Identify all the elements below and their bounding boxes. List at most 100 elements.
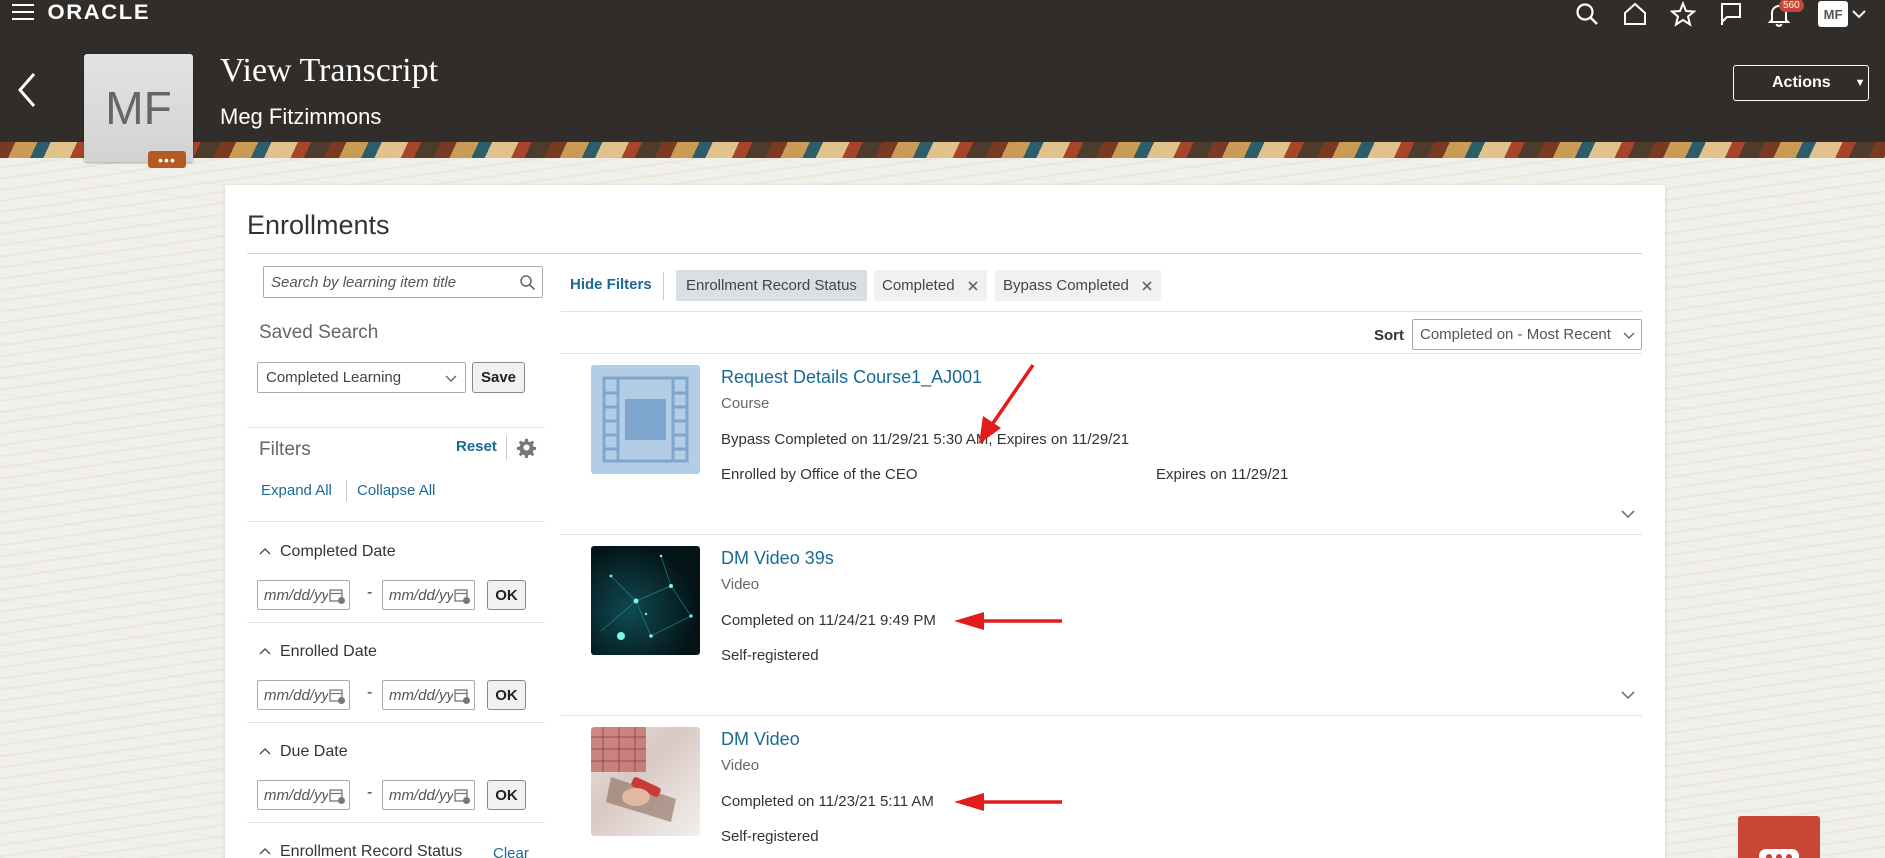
saved-search-value: Completed Learning <box>266 369 402 386</box>
due-date-to[interactable]: mm/dd/yy <box>382 780 475 810</box>
enrolled-date-to[interactable]: mm/dd/yy <box>382 680 475 710</box>
divider <box>561 311 1642 312</box>
date-placeholder: mm/dd/yy <box>389 686 455 704</box>
video-thumbnail[interactable] <box>591 546 700 655</box>
learning-item-title[interactable]: DM Video <box>721 729 800 750</box>
close-icon[interactable] <box>1141 280 1153 292</box>
gear-icon[interactable] <box>516 437 537 458</box>
chevron-down-icon <box>1623 329 1635 341</box>
profile-photo[interactable]: MF <box>84 54 193 162</box>
user-avatar[interactable]: MF <box>1818 1 1848 27</box>
reset-link[interactable]: Reset <box>456 438 497 455</box>
filter-group-enrolled-date[interactable]: Enrolled Date <box>259 643 377 661</box>
filter-group-completed-date[interactable]: Completed Date <box>259 543 396 561</box>
chevron-down-icon[interactable] <box>1620 687 1636 703</box>
home-icon[interactable] <box>1622 1 1648 27</box>
enrolled-date-ok-button[interactable]: OK <box>487 680 526 710</box>
learning-item-status: Completed on 11/24/21 9:49 PM <box>721 612 936 629</box>
menu-icon[interactable] <box>12 4 34 22</box>
learning-item-expires: Expires on 11/29/21 <box>1156 466 1289 483</box>
learning-item-title[interactable]: DM Video 39s <box>721 548 834 569</box>
sort-select[interactable]: Completed on - Most Recent <box>1412 319 1642 350</box>
divider <box>247 622 545 623</box>
due-date-from[interactable]: mm/dd/yy <box>257 780 350 810</box>
saved-search-select[interactable]: Completed Learning <box>257 362 466 393</box>
actions-label: Actions <box>1772 74 1831 91</box>
back-arrow-icon[interactable] <box>14 70 40 110</box>
filter-chip-category: Enrollment Record Status <box>676 270 867 301</box>
due-date-ok-button[interactable]: OK <box>487 780 526 810</box>
annotation-arrow <box>954 612 1062 630</box>
actions-menu-button[interactable]: Actions ▼ <box>1733 65 1869 101</box>
search-icon[interactable] <box>519 274 536 291</box>
chat-icon[interactable] <box>1738 816 1820 858</box>
divider <box>663 272 664 300</box>
flag-icon[interactable] <box>1718 1 1744 27</box>
calendar-icon[interactable] <box>328 587 346 605</box>
caret-down-icon: ▼ <box>1854 77 1866 89</box>
search-input[interactable] <box>271 267 511 297</box>
saved-search-label: Saved Search <box>259 322 379 343</box>
chip-label: Bypass Completed <box>1003 277 1129 294</box>
learning-item-title[interactable]: Request Details Course1_AJ001 <box>721 367 982 388</box>
date-placeholder: mm/dd/yy <box>389 586 455 604</box>
learning-item-enrolled-by: Enrolled by Office of the CEO <box>721 466 918 483</box>
chevron-down-icon <box>445 375 457 382</box>
close-icon[interactable] <box>967 280 979 292</box>
calendar-icon[interactable] <box>453 587 471 605</box>
search-field[interactable] <box>263 266 543 298</box>
date-range-dash: - <box>367 784 373 801</box>
enrolled-date-from[interactable]: mm/dd/yy <box>257 680 350 710</box>
divider <box>247 722 545 723</box>
clear-status-link[interactable]: Clear <box>493 845 529 858</box>
film-icon <box>602 376 689 463</box>
learning-item-type: Video <box>721 576 760 593</box>
calendar-icon[interactable] <box>328 787 346 805</box>
divider <box>561 715 1642 716</box>
bell-icon[interactable]: 560 <box>1766 0 1804 27</box>
filter-group-title: Completed Date <box>280 543 396 560</box>
divider <box>247 253 1642 254</box>
learning-item-enrolled-by: Self-registered <box>721 647 819 664</box>
divider <box>247 822 545 823</box>
completed-date-from[interactable]: mm/dd/yy <box>257 580 350 610</box>
page-title: View Transcript <box>220 52 439 89</box>
chevron-down-icon[interactable] <box>1620 506 1636 522</box>
learning-item-type: Course <box>721 395 770 412</box>
divider <box>247 427 545 428</box>
filter-group-title: Enrolled Date <box>280 643 377 660</box>
sort-value: Completed on - Most Recent <box>1420 326 1611 343</box>
filter-chip-completed: Completed <box>874 270 987 301</box>
completed-date-ok-button[interactable]: OK <box>487 580 526 610</box>
filter-group-due-date[interactable]: Due Date <box>259 743 348 761</box>
tablet-photo-image <box>591 727 676 822</box>
chevron-down-icon[interactable] <box>1851 6 1867 22</box>
expand-all-link[interactable]: Expand All <box>261 482 332 499</box>
course-thumbnail[interactable] <box>591 365 700 474</box>
date-placeholder: mm/dd/yy <box>389 786 455 804</box>
chip-label: Completed <box>882 277 955 294</box>
divider <box>561 353 1642 354</box>
calendar-icon[interactable] <box>453 787 471 805</box>
search-icon[interactable] <box>1574 1 1600 27</box>
chevron-up-icon <box>259 747 271 755</box>
completed-date-to[interactable]: mm/dd/yy <box>382 580 475 610</box>
chevron-up-icon <box>259 547 271 555</box>
network-image <box>600 554 693 640</box>
collapse-all-link[interactable]: Collapse All <box>357 482 435 499</box>
section-title: Enrollments <box>247 210 390 240</box>
profile-more-button[interactable]: ••• <box>148 151 186 168</box>
filter-group-enrollment-record-status[interactable]: Enrollment Record Status <box>259 843 462 858</box>
video-thumbnail[interactable] <box>591 727 700 836</box>
date-placeholder: mm/dd/yy <box>264 586 330 604</box>
divider <box>506 435 507 460</box>
calendar-icon[interactable] <box>328 687 346 705</box>
annotation-arrow <box>954 793 1062 811</box>
date-placeholder: mm/dd/yy <box>264 686 330 704</box>
save-button[interactable]: Save <box>472 362 525 393</box>
divider <box>346 480 347 502</box>
calendar-icon[interactable] <box>453 687 471 705</box>
oracle-logo: ORACLE <box>47 1 151 24</box>
hide-filters-link[interactable]: Hide Filters <box>570 276 652 293</box>
star-icon[interactable] <box>1669 0 1697 27</box>
